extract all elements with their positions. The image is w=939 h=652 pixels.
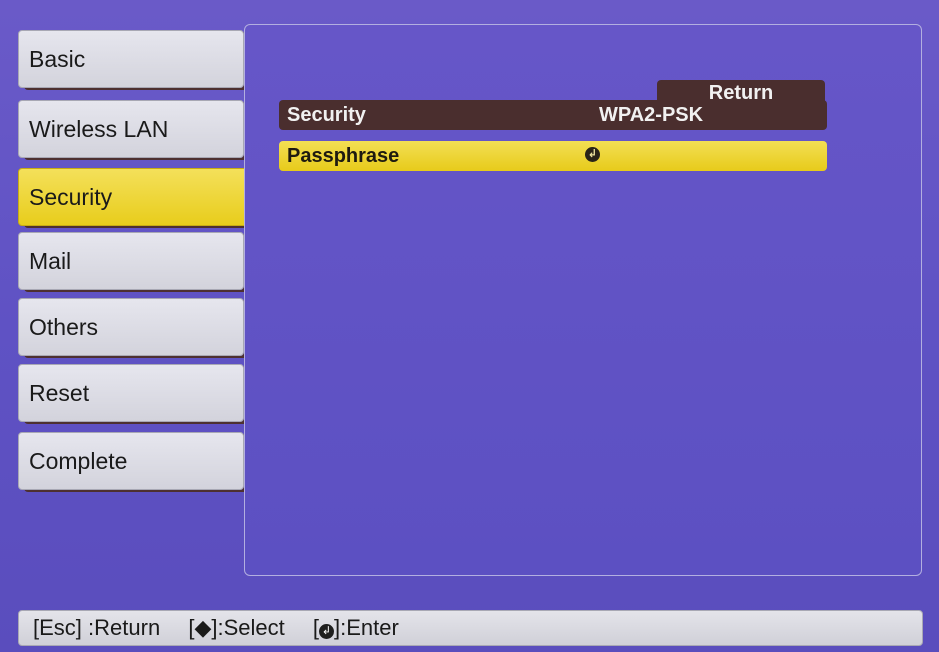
- bracket-open: [: [312, 615, 319, 640]
- help-bar: [Esc] :Return [◆]:Select [↲]:Enter: [18, 610, 923, 646]
- tab-wireless-lan[interactable]: Wireless LAN: [18, 100, 244, 158]
- select-action: :Select: [217, 615, 285, 640]
- security-value: WPA2-PSK: [599, 104, 704, 126]
- enter-icon: ↲: [319, 624, 334, 639]
- esc-key: [Esc]: [33, 615, 82, 640]
- passphrase-row[interactable]: Passphrase ↲: [279, 141, 827, 171]
- tab-others[interactable]: Others: [18, 298, 244, 356]
- settings-panel: Return Security WPA2-PSK Passphrase ↲: [244, 24, 922, 576]
- tab-label: Basic: [29, 46, 86, 72]
- tab-label: Mail: [29, 248, 72, 274]
- esc-action: :Return: [88, 615, 161, 640]
- tab-security[interactable]: Security: [18, 168, 260, 226]
- tab-mail[interactable]: Mail: [18, 232, 244, 290]
- tab-reset[interactable]: Reset: [18, 364, 244, 422]
- tab-label: Others: [29, 314, 99, 340]
- passphrase-label: Passphrase: [287, 145, 400, 167]
- select-diamond-icon: ◆: [194, 615, 212, 640]
- security-label: Security: [287, 104, 366, 126]
- help-select: [◆]:Select: [188, 611, 284, 645]
- enter-action: :Enter: [340, 615, 399, 640]
- security-row[interactable]: Security WPA2-PSK: [279, 100, 827, 130]
- tab-label: Wireless LAN: [29, 116, 169, 142]
- tab-basic[interactable]: Basic: [18, 30, 244, 88]
- tab-label: Complete: [29, 448, 128, 474]
- tab-label: Reset: [29, 380, 90, 406]
- tab-label: Security: [29, 184, 113, 210]
- help-esc: [Esc] :Return: [33, 611, 160, 645]
- enter-icon: ↲: [585, 147, 600, 162]
- help-enter: [↲]:Enter: [313, 611, 399, 645]
- tab-complete[interactable]: Complete: [18, 432, 244, 490]
